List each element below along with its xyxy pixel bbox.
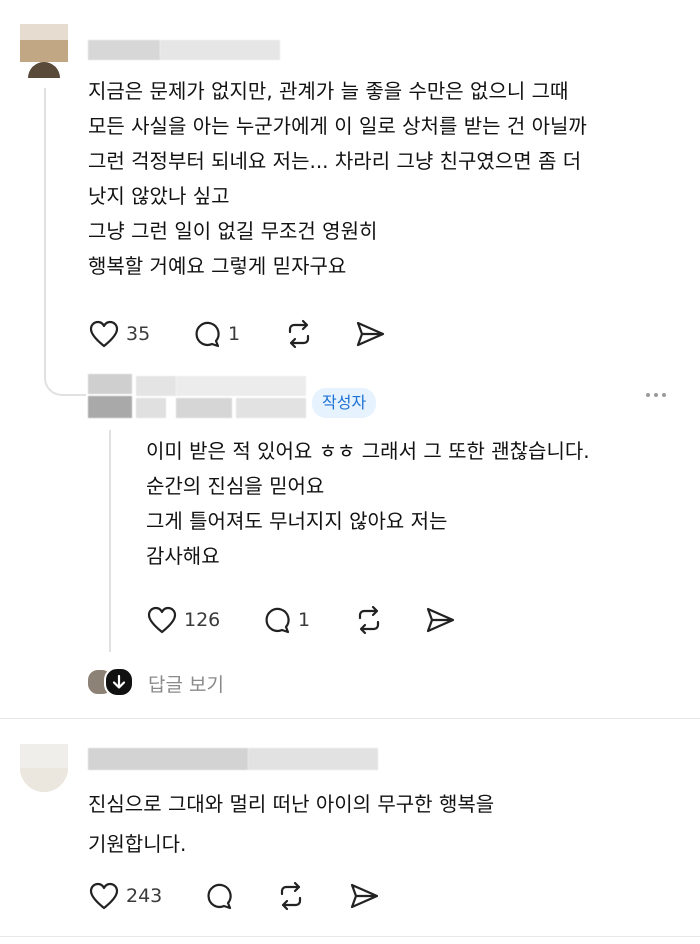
avatar[interactable] [20, 744, 68, 792]
comment-line: 순간의 진심을 믿어요 [146, 474, 325, 498]
comment-line: 낫지 않았나 싶고 [88, 184, 230, 208]
comment-line: 기원합니다. [88, 832, 187, 856]
share-button[interactable] [348, 880, 380, 912]
comment-line: 지금은 문제가 없지만, 관계가 늘 좋을 수만은 없으니 그때 [88, 79, 569, 103]
expand-replies-button[interactable] [104, 667, 134, 697]
reply-button[interactable] [204, 880, 234, 912]
comment-line: 모든 사실을 아는 누군가에게 이 일로 상처를 받는 건 아닐까 [88, 114, 587, 138]
more-options-button[interactable] [646, 393, 666, 397]
reply-button[interactable]: 1 [262, 604, 310, 636]
comment-line: 행복할 거예요 그렇게 믿자구요 [88, 254, 347, 278]
heart-icon [147, 606, 177, 634]
send-icon [350, 883, 379, 909]
username-blurred[interactable] [88, 746, 388, 772]
reply-avatar[interactable] [88, 370, 132, 420]
share-button[interactable] [424, 604, 456, 636]
like-button[interactable]: 243 [88, 880, 162, 912]
comment-line: 그게 틀어져도 무너지지 않아요 저는 [146, 509, 448, 533]
username-blurred[interactable] [88, 36, 288, 62]
thread-elbow [44, 348, 86, 396]
comment-body: 지금은 문제가 없지만, 관계가 늘 좋을 수만은 없으니 그때 모든 사실을 … [88, 74, 587, 284]
repost-icon [280, 881, 302, 911]
repost-button[interactable] [354, 604, 384, 636]
comment-bubble-icon [207, 883, 232, 910]
repost-icon [288, 319, 310, 349]
send-icon [356, 321, 385, 347]
reply-body: 이미 받은 적 있어요 ㅎㅎ 그래서 그 또한 괜찮습니다. 순간의 진심을 믿… [146, 434, 590, 574]
reply-username-blurred[interactable] [136, 374, 306, 420]
comment-line: 진심으로 그대와 멀리 떠난 아이의 무구한 행복을 [88, 792, 495, 816]
like-button[interactable]: 126 [146, 604, 220, 636]
send-icon [426, 607, 455, 633]
repost-button[interactable] [284, 318, 314, 350]
share-button[interactable] [354, 318, 386, 350]
reply-count: 1 [228, 323, 241, 345]
reply-button[interactable]: 1 [192, 318, 240, 350]
comment-line: 감사해요 [146, 544, 220, 568]
view-replies-link[interactable]: 답글 보기 [148, 670, 224, 697]
thread-line [109, 430, 111, 652]
author-badge: 작성자 [312, 388, 377, 418]
repost-button[interactable] [276, 880, 306, 912]
comment-bubble-icon [265, 607, 290, 634]
thread-line [44, 88, 46, 350]
reply-count: 1 [298, 609, 311, 631]
comment-line: 그냥 그런 일이 없길 무조건 영원히 [88, 219, 378, 243]
like-count: 243 [126, 885, 163, 907]
heart-icon [89, 320, 119, 348]
comment-bubble-icon [195, 321, 220, 348]
arrow-down-icon [112, 674, 126, 689]
like-count: 126 [184, 609, 221, 631]
divider [0, 718, 700, 719]
like-button[interactable]: 35 [88, 318, 150, 350]
comment-body: 진심으로 그대와 멀리 떠난 아이의 무구한 행복을 기원합니다. [88, 784, 494, 864]
comment-line: 그런 걱정부터 되네요 저는... 차라리 그냥 친구였으면 좀 더 [88, 149, 582, 173]
avatar[interactable] [20, 24, 68, 78]
like-count: 35 [126, 323, 151, 345]
heart-icon [89, 882, 119, 910]
more-dots-icon [646, 393, 650, 397]
comment-line: 이미 받은 적 있어요 ㅎㅎ 그래서 그 또한 괜찮습니다. [146, 439, 590, 463]
repost-icon [358, 605, 380, 635]
divider [0, 936, 700, 937]
